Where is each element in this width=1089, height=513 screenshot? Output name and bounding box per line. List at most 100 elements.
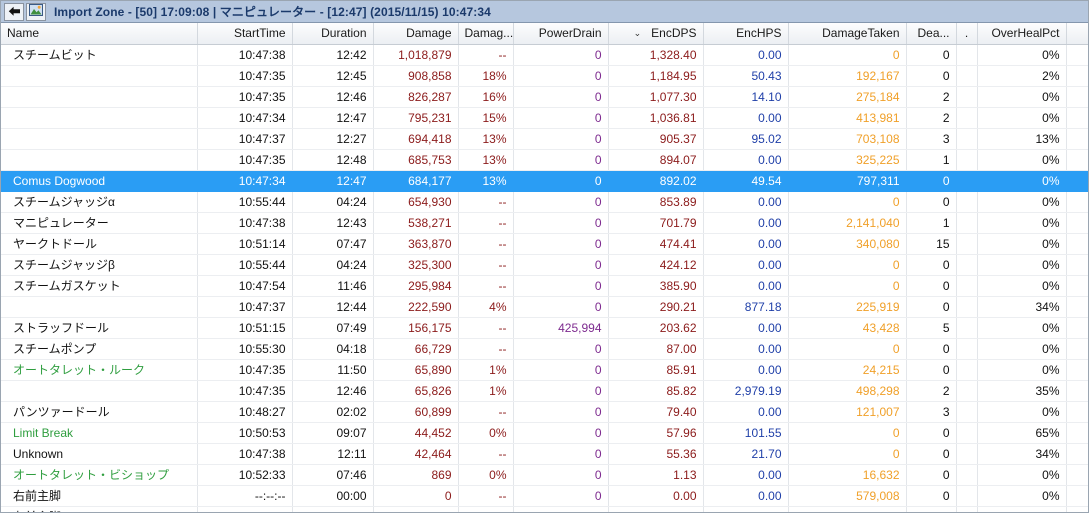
cell-enchps: 877.18 (703, 296, 789, 318)
cell-start: 10:47:34 (197, 170, 293, 192)
cell-deaths: 3 (906, 128, 957, 150)
table-row[interactable]: スチームジャッジα 10:55:44 04:24 654,930 -- 0 853.89 0.… (1, 191, 1088, 213)
cell-encdps: 1,184.95 (608, 65, 704, 87)
cell-name: オートタレット・ルーク (1, 359, 198, 381)
encounter-table: Name StartTime Duration Damage Damag... Power… (1, 23, 1088, 512)
sort-desc-icon: ⌄ (633, 28, 642, 39)
cell-damagetaken: 498,298 (788, 380, 907, 402)
cell-damagetaken: 43,428 (788, 317, 907, 339)
table-row[interactable]: 10:47:35 12:45 908,858 18% 0 1,184.95 50.43 192… (1, 65, 1088, 87)
table-row[interactable]: 10:47:35 12:46 826,287 16% 0 1,077.30 14.10 275… (1, 86, 1088, 108)
cell-encdps: 701.79 (608, 212, 704, 234)
cell-damage: 0 (373, 485, 459, 507)
table-row[interactable]: Unknown 10:47:38 12:11 42,464 -- 0 55.36 21.70 0… (1, 443, 1088, 465)
table-row[interactable]: 10:47:37 12:27 694,418 13% 0 905.37 95.02 703,1… (1, 128, 1088, 150)
cell-dot (956, 212, 978, 234)
table-row[interactable]: 10:47:34 12:47 795,231 15% 0 1,036.81 0.00 413,… (1, 107, 1088, 129)
cell-overhealpct: 0% (977, 338, 1067, 360)
cell-spare (1066, 107, 1088, 129)
table-row[interactable]: マニピュレーター 10:47:38 12:43 538,271 -- 0 701.79 0.0… (1, 212, 1088, 234)
table-row[interactable]: オートタレット・ルーク 10:47:35 11:50 65,890 1% 0 85.91 0.… (1, 359, 1088, 381)
cell-damagepct: -- (458, 254, 514, 276)
cell-damage: 685,753 (373, 149, 459, 171)
column-header-dot[interactable]: . (956, 23, 978, 45)
cell-deaths: 2 (906, 86, 957, 108)
cell-deaths: 0 (906, 254, 957, 276)
cell-spare (1066, 191, 1088, 213)
cell-damagepct: -- (458, 443, 514, 465)
cell-overhealpct: 0% (977, 506, 1067, 512)
cell-name (1, 86, 198, 108)
column-header-start[interactable]: StartTime (197, 23, 293, 45)
cell-dot (956, 485, 978, 507)
cell-damage: 156,175 (373, 317, 459, 339)
cell-damagetaken: 16,632 (788, 464, 907, 486)
column-header-duration[interactable]: Duration (292, 23, 374, 45)
cell-start: 10:51:15 (197, 317, 293, 339)
cell-dot (956, 359, 978, 381)
cell-dot (956, 464, 978, 486)
back-button[interactable] (4, 2, 24, 21)
cell-enchps: 0.00 (703, 506, 789, 512)
table-row[interactable]: オートタレット・ビショップ 10:52:33 07:46 869 0% 0 1.13 0.00… (1, 464, 1088, 486)
column-header-damage[interactable]: Damage (373, 23, 459, 45)
cell-powerdrain: 0 (513, 44, 609, 66)
cell-powerdrain: 0 (513, 233, 609, 255)
table-row[interactable]: スチームガスケット 10:47:54 11:46 295,984 -- 0 385.90 0.… (1, 275, 1088, 297)
cell-encdps: 85.91 (608, 359, 704, 381)
table-row[interactable]: Limit Break 10:50:53 09:07 44,452 0% 0 57.96 10… (1, 422, 1088, 444)
table-row[interactable]: Comus Dogwood 10:47:34 12:47 684,177 13% 0 892… (1, 170, 1088, 192)
table-row[interactable]: スチームビット 10:47:38 12:42 1,018,879 -- 0 1,328.40… (1, 44, 1088, 66)
cell-damage: 538,271 (373, 212, 459, 234)
cell-dot (956, 254, 978, 276)
cell-dot (956, 506, 978, 512)
column-header-enchps[interactable]: EncHPS (703, 23, 789, 45)
cell-duration: 12:27 (292, 128, 374, 150)
table-row[interactable]: 左前主脚--:--:--00:000--00.000.00597,08200% (1, 506, 1088, 512)
cell-spare (1066, 380, 1088, 402)
cell-start: 10:47:35 (197, 149, 293, 171)
table-row[interactable]: ストラッフドール 10:51:15 07:49 156,175 -- 425,994 203… (1, 317, 1088, 339)
app-icon-button[interactable] (26, 2, 46, 21)
cell-powerdrain: 0 (513, 380, 609, 402)
cell-enchps: 101.55 (703, 422, 789, 444)
cell-deaths: 0 (906, 359, 957, 381)
table-row[interactable]: スチームジャッジβ 10:55:44 04:24 325,300 -- 0 424.12 0.… (1, 254, 1088, 276)
column-header-deaths[interactable]: Dea... (906, 23, 957, 45)
cell-enchps: 0.00 (703, 401, 789, 423)
column-header-damagepct[interactable]: Damag... (458, 23, 514, 45)
encounter-table-container[interactable]: Name StartTime Duration Damage Damag... Power… (1, 23, 1088, 512)
column-header-overhealpct[interactable]: OverHealPct (977, 23, 1067, 45)
cell-name: 左前主脚 (1, 506, 198, 512)
cell-name: ヤークトドール (1, 233, 198, 255)
cell-start: 10:47:38 (197, 44, 293, 66)
column-header-powerdrain[interactable]: PowerDrain (513, 23, 609, 45)
table-row[interactable]: 10:47:35 12:46 65,826 1% 0 85.82 2,979.19 498,2… (1, 380, 1088, 402)
table-row[interactable]: 10:47:35 12:48 685,753 13% 0 894.07 0.00 325,22… (1, 149, 1088, 171)
cell-damagetaken: 192,167 (788, 65, 907, 87)
cell-damagepct: 18% (458, 65, 514, 87)
cell-name (1, 65, 198, 87)
cell-dot (956, 401, 978, 423)
table-row[interactable]: 10:47:37 12:44 222,590 4% 0 290.21 877.18 225,9… (1, 296, 1088, 318)
cell-start: 10:47:34 (197, 107, 293, 129)
cell-spare (1066, 254, 1088, 276)
table-row[interactable]: ヤークトドール 10:51:14 07:47 363,870 -- 0 474.41 0.00… (1, 233, 1088, 255)
cell-start: 10:55:44 (197, 254, 293, 276)
cell-deaths: 0 (906, 170, 957, 192)
cell-spare (1066, 359, 1088, 381)
table-row[interactable]: スチームポンプ 10:55:30 04:18 66,729 -- 0 87.00 0.00 0 0… (1, 338, 1088, 360)
cell-enchps: 49.54 (703, 170, 789, 192)
cell-name: Limit Break (1, 422, 198, 444)
cell-overhealpct: 34% (977, 443, 1067, 465)
table-row[interactable]: パンツァードール 10:48:27 02:02 60,899 -- 0 79.40 0.00 1… (1, 401, 1088, 423)
column-header-encdps[interactable]: ⌄ EncDPS (608, 23, 704, 45)
cell-name: スチームジャッジα (1, 191, 198, 213)
cell-enchps: 0.00 (703, 464, 789, 486)
table-row[interactable]: 右前主脚 --:--:-- 00:00 0 -- 0 0.00 0.00 579,008 0 0% (1, 485, 1088, 507)
cell-powerdrain: 0 (513, 86, 609, 108)
cell-damage: 325,300 (373, 254, 459, 276)
column-header-spare[interactable] (1066, 23, 1088, 45)
column-header-damagetaken[interactable]: DamageTaken (788, 23, 907, 45)
column-header-name[interactable]: Name (1, 23, 198, 45)
